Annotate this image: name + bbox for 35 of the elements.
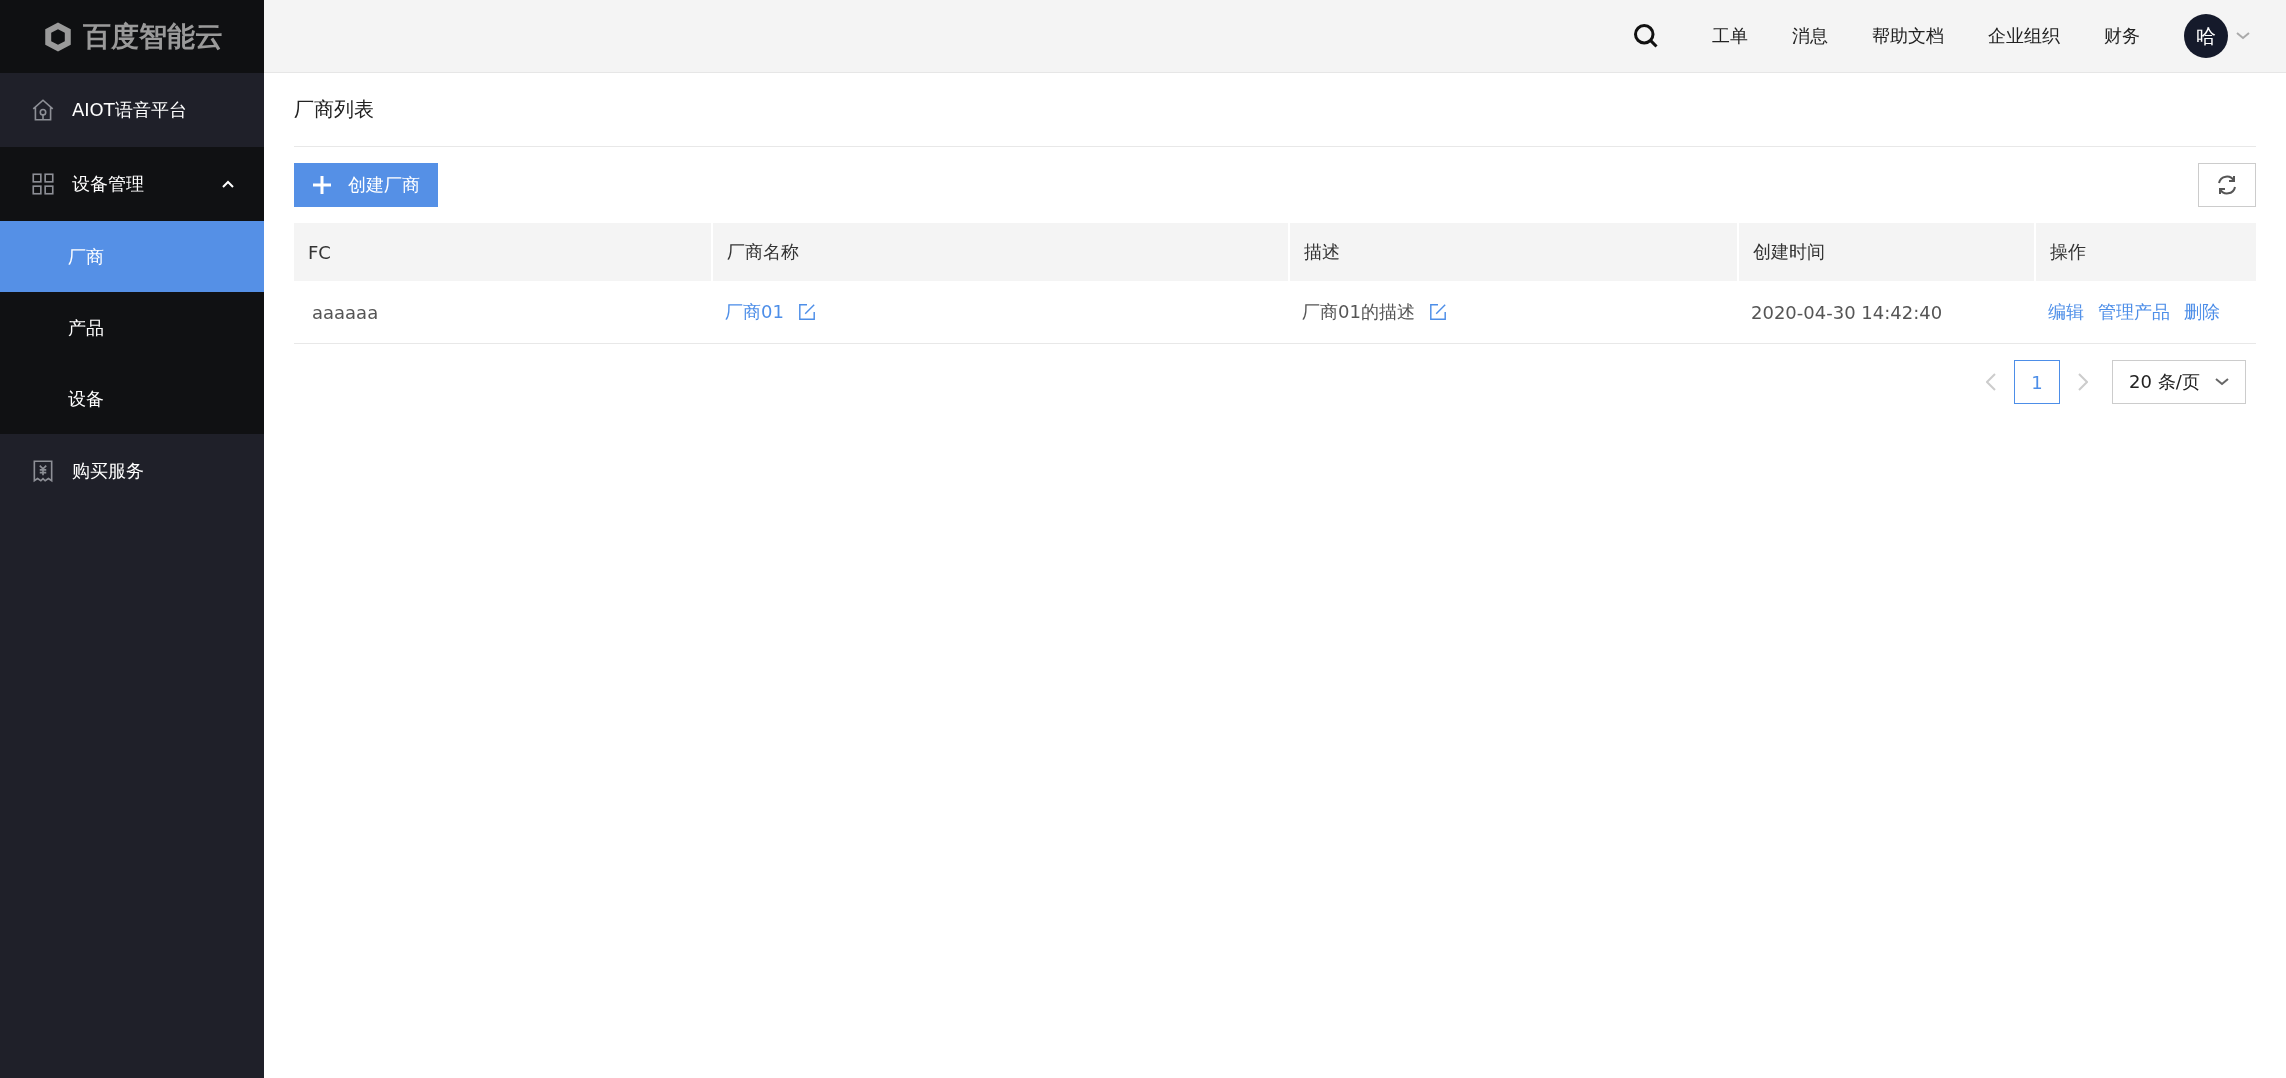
- sidebar-item[interactable]: 设备管理: [0, 147, 264, 221]
- column-header: 描述: [1288, 223, 1737, 281]
- avatar[interactable]: 哈: [2184, 14, 2228, 58]
- top-nav-link[interactable]: 财务: [2104, 24, 2140, 48]
- table-cell: 厂商01的描述: [1302, 300, 1415, 324]
- column-header: 厂商名称: [711, 223, 1288, 281]
- sidebar-item[interactable]: 购买服务: [0, 434, 264, 508]
- top-nav-link[interactable]: 帮助文档: [1872, 24, 1944, 48]
- column-header: 操作: [2034, 223, 2256, 281]
- column-header: FC: [307, 240, 332, 265]
- sidebar-item-label: 购买服务: [72, 459, 145, 483]
- caret-icon: [2215, 378, 2229, 386]
- top-nav-link[interactable]: 消息: [1792, 24, 1828, 48]
- table-cell-text: 2020-04-30 14:42:40: [1750, 300, 1944, 325]
- caret-icon[interactable]: [2236, 32, 2250, 40]
- search-icon[interactable]: [1632, 22, 1660, 50]
- column-header: 创建时间: [1737, 223, 2034, 281]
- page-title: 厂商列表: [294, 73, 2256, 147]
- page-size-select[interactable]: 20 条/页: [2112, 360, 2246, 404]
- sidebar-item[interactable]: AIOT语音平台: [0, 73, 264, 147]
- plus-icon: [312, 175, 332, 195]
- edit-icon[interactable]: [797, 303, 816, 321]
- top-nav-link[interactable]: 企业组织: [1988, 24, 2060, 48]
- logo-text: 百度智能云: [83, 18, 223, 55]
- refresh-button[interactable]: [2198, 163, 2256, 207]
- top-nav-link[interactable]: 工单: [1712, 24, 1748, 48]
- grid-icon: [30, 171, 56, 197]
- sidebar-item-label: AIOT语音平台: [72, 98, 188, 122]
- house-icon: [30, 97, 56, 123]
- sidebar-subitem[interactable]: 产品: [0, 292, 264, 363]
- sidebar-subitem[interactable]: 设备: [0, 363, 264, 434]
- sidebar-item-label: 设备管理: [72, 172, 145, 196]
- edit-icon[interactable]: [1428, 303, 1447, 321]
- table-cell-text: aaaaaa: [311, 300, 380, 325]
- refresh-icon: [2215, 173, 2239, 197]
